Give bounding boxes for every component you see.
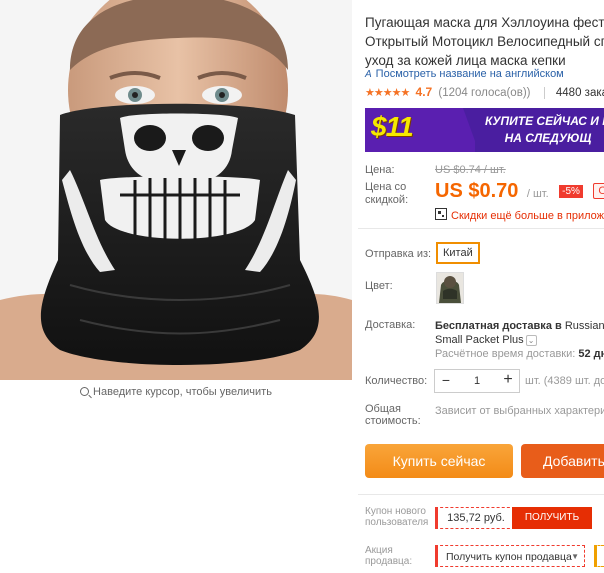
total-label: Общая стоимость: xyxy=(365,403,421,427)
color-swatch-thumbnail xyxy=(437,273,463,303)
price-unit: / шт. xyxy=(526,188,549,200)
zoom-hint-text: Наведите курсор, чтобы увеличить xyxy=(93,386,272,398)
seller-coupon-extra[interactable] xyxy=(594,545,604,567)
ship-from-option-china[interactable]: Китай xyxy=(436,242,480,264)
stock-available: шт. (4389 шт. дос xyxy=(525,375,604,387)
delivery-destination: Russian Fe xyxy=(564,320,604,332)
delivery-time-value: 52 дн. xyxy=(578,348,604,360)
time-remaining-badge: Оста xyxy=(593,183,604,199)
ship-from-label: Отправка из: xyxy=(365,248,432,260)
promo-amount: $11 xyxy=(371,111,414,142)
total-label-line: Общая xyxy=(365,403,401,415)
qr-code-icon xyxy=(435,208,447,220)
delivery-free-text: Бесплатная доставка в xyxy=(435,320,562,332)
discount-price-label-line: Цена со xyxy=(365,181,407,193)
get-coupon-button[interactable]: ПОЛУЧИТЬ xyxy=(512,507,592,529)
translate-title-link[interactable]: A Посмотреть название на английском xyxy=(365,68,564,80)
promo-text-line: НА СЛЕДУЮЩ xyxy=(504,131,592,145)
caret-down-icon: ▼ xyxy=(571,552,579,561)
rating-votes[interactable]: (1204 голоса(ов)) xyxy=(438,87,530,99)
seller-coupon-text: Получить купон продавца xyxy=(446,551,572,563)
new-user-coupon-value: 135,72 руб. xyxy=(435,507,515,529)
orders-count: 4480 заказ xyxy=(555,87,604,99)
product-photo-mannequin-skull-mask xyxy=(0,0,352,380)
rating-stars-icon: ★★★★★ xyxy=(365,87,410,99)
current-price: US $0.70 xyxy=(435,180,519,202)
total-label-line: стоимость: xyxy=(365,415,421,427)
quantity-label: Количество: xyxy=(365,375,428,387)
quantity-decrease-button[interactable]: − xyxy=(435,370,457,392)
divider xyxy=(358,228,604,229)
divider xyxy=(543,86,545,99)
new-user-coupon-label: Купон нового пользователя xyxy=(365,506,428,528)
seller-coupon-dropdown[interactable]: Получить купон продавца ▼ xyxy=(435,545,585,567)
original-price-label: Цена: xyxy=(365,164,395,176)
translate-icon: A xyxy=(365,69,372,80)
promo-text-line: КУПИТЕ СЕЙЧАС И П xyxy=(485,114,604,128)
buy-now-button[interactable]: Купить сейчас xyxy=(365,444,513,478)
promo-text: КУПИТЕ СЕЙЧАС И П НА СЛЕДУЮЩ xyxy=(485,113,604,147)
delivery-method: Small Packet Plus xyxy=(435,334,524,346)
magnifier-icon xyxy=(80,387,90,396)
original-price: US $0.74 / шт. xyxy=(435,164,506,176)
seller-promo-label: Акция продавца: xyxy=(365,545,412,567)
product-title-line: Открытый Мотоцикл Велосипедный спорт xyxy=(365,34,604,49)
quantity-increase-button[interactable]: + xyxy=(497,370,519,392)
product-image[interactable] xyxy=(0,0,352,380)
discount-price-label-line: скидкой: xyxy=(365,194,409,206)
promo-banner-diagonal xyxy=(463,108,479,152)
delivery-time-label: Расчётное время доставки: xyxy=(435,348,576,360)
rating-value[interactable]: 4.7 xyxy=(416,85,433,99)
seller-promo-label-line: продавца: xyxy=(365,556,413,567)
translate-link-text: Посмотреть название на английском xyxy=(375,68,564,80)
quantity-stepper: − 1 + xyxy=(434,369,520,393)
delivery-label: Доставка: xyxy=(365,319,416,331)
product-title: Пугающая маска для Хэллоуина фестиваль О… xyxy=(365,13,604,70)
app-deal-link[interactable]: Скидки ещё больше в приложен xyxy=(435,207,604,222)
chevron-down-icon[interactable]: ⌄ xyxy=(525,334,537,346)
product-title-line: Пугающая маска для Хэллоуина фестиваль xyxy=(365,15,604,30)
delivery-time: Расчётное время доставки: 52 дн. xyxy=(435,348,604,360)
divider xyxy=(358,494,604,495)
color-label: Цвет: xyxy=(365,280,393,292)
promo-banner[interactable]: $11 КУПИТЕ СЕЙЧАС И П НА СЛЕДУЮЩ xyxy=(365,108,604,152)
quantity-input[interactable]: 1 xyxy=(457,370,497,392)
zoom-hint: Наведите курсор, чтобы увеличить xyxy=(0,386,352,398)
color-swatch[interactable] xyxy=(436,272,464,304)
seller-promo-label-line: Акция xyxy=(365,545,393,556)
discount-badge: -5% xyxy=(559,185,583,198)
delivery-info[interactable]: Бесплатная доставка в Russian Fe Small P… xyxy=(435,319,604,347)
discount-price-label: Цена со скидкой: xyxy=(365,181,408,207)
rating-row: ★★★★★ 4.7 (1204 голоса(ов)) 4480 заказ xyxy=(365,85,604,99)
add-to-cart-button[interactable]: Добавить xyxy=(521,444,604,478)
price-row: US $0.70 / шт. -5% Оста xyxy=(435,180,604,203)
new-user-coupon-label-line: Купон нового xyxy=(365,506,426,517)
new-user-coupon-label-line: пользователя xyxy=(365,517,429,528)
total-value: Зависит от выбранных характерист xyxy=(435,405,604,417)
app-deal-text: Скидки ещё больше в приложен xyxy=(451,210,604,222)
